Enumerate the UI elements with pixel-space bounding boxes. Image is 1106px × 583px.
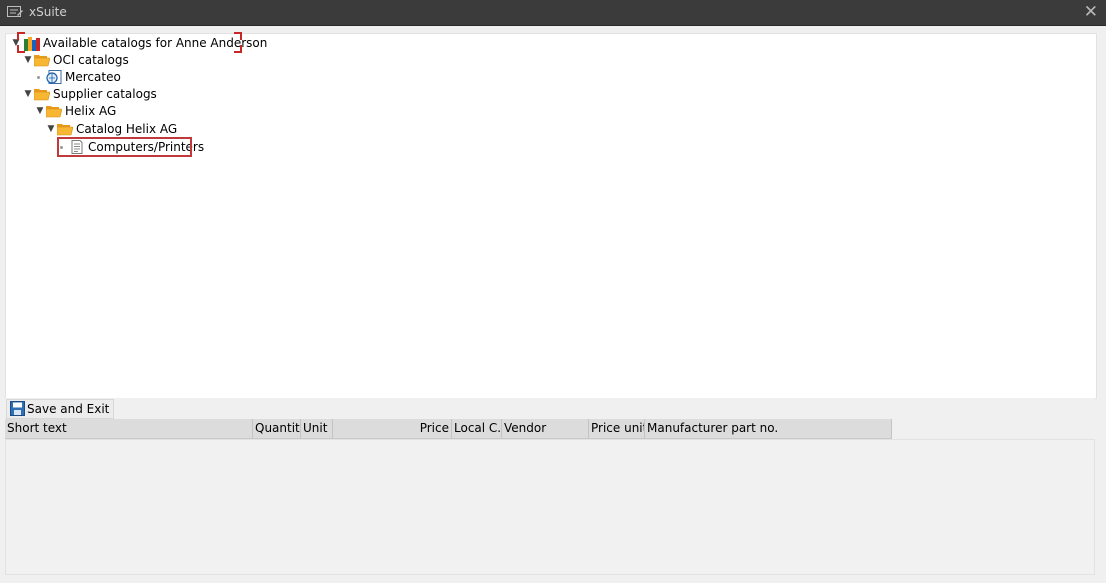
column-header[interactable]: Short text (5, 419, 253, 438)
tree-node-label: Helix AG (65, 104, 117, 118)
catalog-web-icon (46, 70, 62, 84)
window-title: xSuite (29, 5, 67, 19)
floppy-disk-icon (10, 401, 25, 421)
tree-node-supplier-catalogs[interactable]: ▼ Supplier catalogs (23, 86, 163, 103)
tree-node-label: Supplier catalogs (53, 87, 157, 101)
table-header: Short text Quantity Unit Price Local C..… (5, 419, 892, 439)
close-icon[interactable]: ✕ (1084, 3, 1098, 21)
column-header[interactable]: Price unit (589, 419, 645, 438)
tree-node-label: Catalog Helix AG (76, 122, 178, 136)
tree-node-oci-catalogs[interactable]: ▼ OCI catalogs (23, 52, 143, 69)
column-header[interactable]: Local C... (452, 419, 502, 438)
app-window-icon (7, 6, 23, 21)
tree-node-label: OCI catalogs (53, 53, 129, 67)
save-and-exit-label: Save and Exit (27, 402, 110, 416)
leaf-bullet-icon (37, 76, 40, 79)
toolbar: Save and Exit (5, 398, 1095, 421)
selection-highlight (57, 137, 192, 157)
tree-node-catalog-helix-ag[interactable]: ▼ Catalog Helix AG (46, 121, 178, 138)
tree-node-label: Mercateo (65, 70, 121, 84)
column-header[interactable]: Quantity (253, 419, 301, 438)
chevron-down-icon[interactable]: ▼ (23, 86, 33, 103)
chevron-down-icon[interactable]: ▼ (35, 103, 45, 120)
column-header[interactable]: Manufacturer part no. (645, 419, 892, 438)
tree-node-mercateo[interactable]: Mercateo (35, 69, 135, 86)
chevron-down-icon[interactable]: ▼ (46, 121, 56, 138)
focus-indicator (17, 32, 242, 53)
column-header[interactable]: Vendor (502, 419, 589, 438)
column-header[interactable]: Price (333, 419, 452, 438)
tree-node-helix-ag[interactable]: ▼ Helix AG (35, 103, 135, 120)
folder-open-icon (45, 104, 63, 118)
folder-open-icon (56, 122, 74, 136)
window-titlebar: xSuite ✕ (0, 0, 1106, 26)
column-header[interactable]: Unit (301, 419, 333, 438)
catalog-tree-panel (5, 33, 1097, 399)
save-and-exit-button[interactable]: Save and Exit (6, 399, 115, 421)
folder-open-icon (33, 87, 51, 101)
folder-open-icon (33, 53, 51, 67)
results-table-body[interactable] (5, 439, 1095, 575)
chevron-down-icon[interactable]: ▼ (23, 52, 33, 69)
